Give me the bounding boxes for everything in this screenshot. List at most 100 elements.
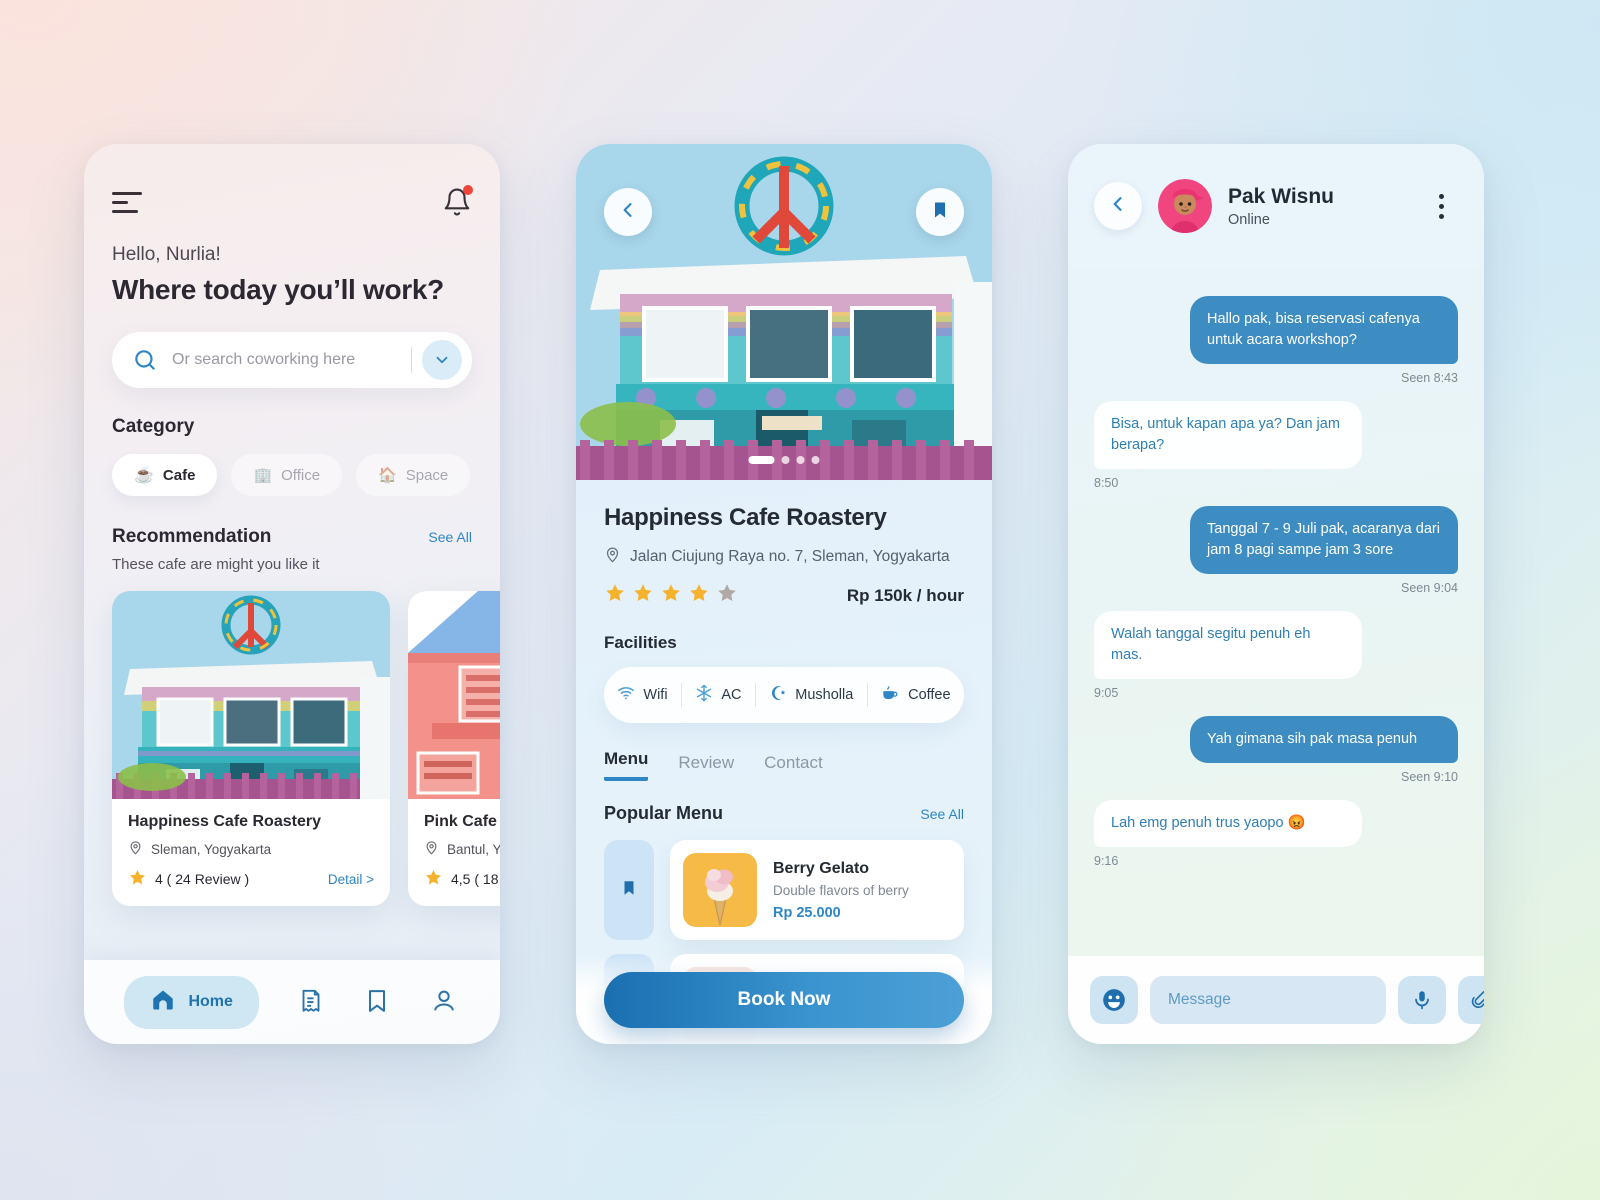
chat-bubble-in: Lah emg penuh trus yaopo 😡	[1094, 800, 1362, 848]
chat-timestamp: Seen 9:10	[1401, 770, 1458, 785]
detail-address-label: Jalan Ciujung Raya no. 7, Sleman, Yogyak…	[630, 548, 950, 565]
screens-stage: Hello, Nurlia! Where today you’ll work? …	[0, 0, 1600, 1200]
card-rating-label: 4 ( 24 Review )	[155, 871, 250, 887]
card-detail-link[interactable]: Detail >	[328, 872, 374, 887]
search-input[interactable]	[158, 351, 411, 369]
user-icon[interactable]	[430, 987, 460, 1017]
kebab-menu-icon[interactable]	[1424, 189, 1458, 223]
home-topbar	[84, 144, 500, 218]
menu-bookmark-button[interactable]	[604, 840, 654, 940]
rating-stars	[604, 582, 738, 609]
category-chip-space[interactable]: 🏠 Space	[356, 454, 471, 496]
facilities-bar: Wifi AC Musholla Coffee	[604, 667, 964, 723]
recommendation-subtitle: These cafe are might you like it	[112, 556, 320, 573]
map-pin-icon	[604, 546, 621, 568]
menu-card-berry-gelato[interactable]: Berry Gelato Double flavors of berry Rp …	[670, 840, 964, 940]
bookmark-icon	[620, 879, 638, 902]
chat-message-group: Walah tanggal segitu penuh eh mas. 9:05	[1094, 611, 1458, 700]
chevron-left-icon	[618, 200, 638, 225]
emoji-icon[interactable]	[1090, 976, 1138, 1024]
card-rating: 4,5 ( 18 Review )	[424, 868, 500, 890]
detail-price: Rp 150k / hour	[846, 585, 964, 605]
popular-menu-see-all[interactable]: See All	[920, 806, 964, 822]
chat-input-bar	[1068, 956, 1484, 1044]
bookmark-button[interactable]	[916, 188, 964, 236]
chat-message-group: Hallo pak, bisa reservasi cafenya untuk …	[1094, 296, 1458, 385]
menu-item-row: Berry Gelato Double flavors of berry Rp …	[604, 840, 964, 940]
office-building-icon: 🏢	[253, 467, 273, 484]
tab-contact[interactable]: Contact	[764, 753, 823, 781]
chat-header: Pak Wisnu Online	[1068, 144, 1484, 268]
card-location: Bantul, Yogyakarta	[424, 840, 500, 858]
category-chip-label: Office	[281, 466, 321, 484]
carousel-dots[interactable]	[748, 456, 820, 464]
card-photo-pink-cafe	[408, 591, 500, 799]
chat-message-group: Bisa, untuk kapan apa ya? Dan jam berapa…	[1094, 401, 1458, 490]
detail-rating-row: Rp 150k / hour	[604, 582, 964, 609]
card-title: Pink Cafe	[424, 813, 497, 830]
home-icon	[150, 987, 176, 1018]
search-icon	[132, 347, 158, 373]
detail-address: Jalan Ciujung Raya no. 7, Sleman, Yogyak…	[604, 546, 964, 568]
category-chip-cafe[interactable]: ☕ Cafe	[112, 454, 218, 496]
chevron-left-icon	[1108, 194, 1128, 219]
detail-title: Happiness Cafe Roastery	[604, 504, 887, 531]
card-photo-happiness-cafe	[112, 591, 390, 799]
paperclip-icon[interactable]	[1458, 976, 1484, 1024]
facility-divider	[680, 683, 682, 707]
coffee-cup-icon	[881, 684, 900, 707]
chat-contact-name: Pak Wisnu	[1228, 184, 1335, 208]
microphone-icon[interactable]	[1398, 976, 1446, 1024]
bookmark-icon[interactable]	[363, 987, 393, 1017]
book-now-button[interactable]: Book Now	[604, 972, 964, 1028]
card-title: Happiness Cafe Roastery	[128, 813, 321, 830]
avatar[interactable]	[1158, 179, 1212, 233]
page-title: Where today you’ll work?	[112, 274, 444, 305]
greeting-text: Hello, Nurlia!	[112, 244, 221, 265]
category-chip-label: Space	[405, 466, 449, 484]
facility-label: AC	[721, 687, 742, 703]
search-bar[interactable]	[112, 332, 472, 388]
message-input[interactable]	[1150, 976, 1386, 1024]
card-rating: 4 ( 24 Review )	[128, 868, 249, 890]
bell-icon[interactable]	[442, 185, 473, 218]
hamburger-icon[interactable]	[112, 191, 142, 213]
facility-coffee: Coffee	[881, 684, 951, 707]
phone-chat-screen: Pak Wisnu Online Hallo pak, bisa reserva…	[1068, 144, 1484, 1044]
tab-review[interactable]: Review	[678, 753, 734, 781]
notification-dot	[463, 185, 473, 195]
menu-item-desc: Double flavors of berry	[773, 882, 909, 898]
menu-item-name: Berry Gelato	[773, 859, 870, 877]
chat-contact-info: Pak Wisnu Online	[1228, 185, 1334, 228]
phone-detail-screen: Happiness Cafe Roastery Jalan Ciujung Ra…	[576, 144, 992, 1044]
card-location: Sleman, Yogyakarta	[128, 840, 374, 858]
menu-item-price: Rp 25.000	[773, 904, 841, 921]
recommendation-card-list: Happiness Cafe Roastery Sleman, Yogyakar…	[112, 591, 500, 906]
chat-bubble-out: Tanggal 7 - 9 Juli pak, acaranya dari ja…	[1190, 506, 1458, 575]
category-chip-office[interactable]: 🏢 Office	[231, 454, 343, 496]
search-divider	[411, 347, 412, 373]
chat-message-group: Lah emg penuh trus yaopo 😡 9:16	[1094, 800, 1458, 868]
chat-timestamp: 9:05	[1094, 686, 1119, 701]
snowflake-icon	[695, 684, 713, 706]
category-chip-label: Cafe	[162, 466, 196, 484]
card-footer: 4 ( 24 Review ) Detail >	[128, 868, 374, 890]
star-icon	[604, 582, 626, 609]
chevron-down-icon[interactable]	[422, 340, 462, 380]
bookmark-icon	[930, 200, 950, 225]
card-location-label: Bantul, Yogyakarta	[447, 841, 500, 857]
back-button[interactable]	[1094, 182, 1142, 230]
list-item[interactable]: Pink Cafe Bantul, Yogyakarta	[408, 591, 500, 906]
list-item[interactable]: Happiness Cafe Roastery Sleman, Yogyakar…	[112, 591, 390, 906]
map-pin-icon	[424, 840, 439, 858]
recommendation-see-all[interactable]: See All	[428, 529, 472, 545]
recommendation-header: Recommendation See All	[112, 526, 472, 548]
facility-label: Wifi	[643, 687, 668, 703]
phone-home-screen: Hello, Nurlia! Where today you’ll work? …	[84, 144, 500, 1044]
tab-menu[interactable]: Menu	[604, 749, 649, 781]
back-button[interactable]	[604, 188, 652, 236]
sidebar-item-home[interactable]: Home	[124, 975, 259, 1029]
chat-timestamp: 8:50	[1094, 476, 1119, 491]
crescent-moon-icon	[769, 684, 787, 706]
receipt-icon[interactable]	[296, 987, 326, 1017]
